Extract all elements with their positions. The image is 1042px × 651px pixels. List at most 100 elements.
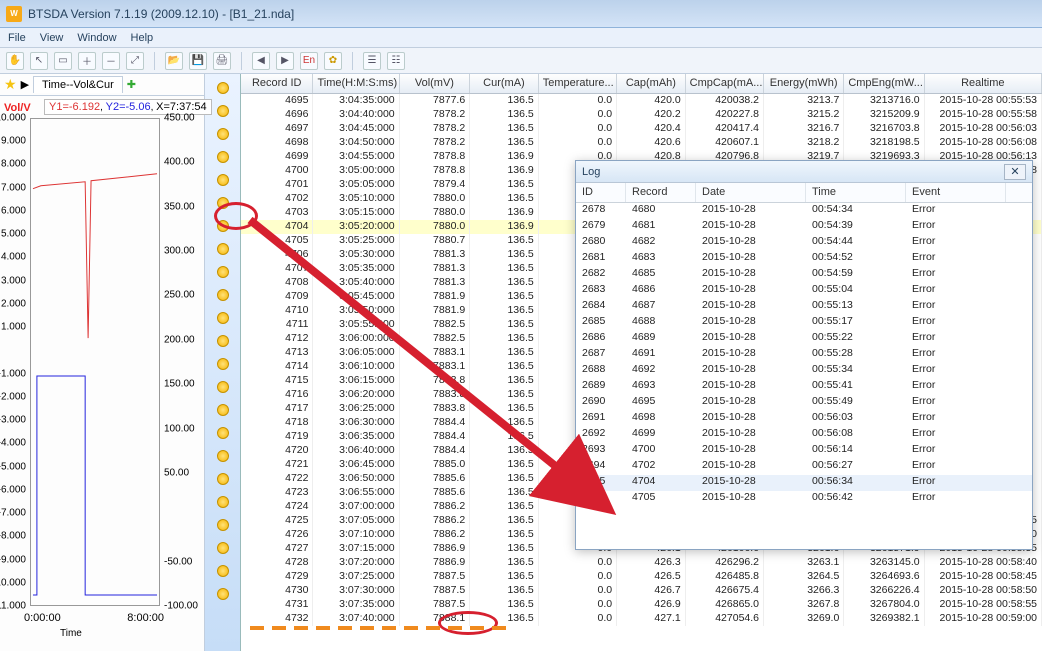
menu-file[interactable]: File <box>8 32 26 44</box>
column-header[interactable]: Time(H:M:S:ms) <box>313 74 399 93</box>
column-header[interactable]: Event <box>906 183 1006 202</box>
column-header[interactable]: ID <box>576 183 626 202</box>
bulb-icon[interactable] <box>217 128 229 140</box>
settings-icon[interactable]: ✿ <box>324 52 342 70</box>
chart-tabs: ★ ▶ Time--Vol&Cur ✚ <box>0 74 204 96</box>
bulb-icon[interactable] <box>217 358 229 370</box>
table-row[interactable]: 268846922015-10-2800:55:34Error <box>576 363 1032 379</box>
bulb-icon[interactable] <box>217 542 229 554</box>
log-window[interactable]: Log ✕ IDRecordDateTimeEvent 267846802015… <box>575 160 1033 550</box>
chart-area[interactable]: Vol/V Y1=-6.192, Y2=-5.06, X=7:37:54 10.… <box>0 96 204 651</box>
column-header[interactable]: Record ID <box>241 74 313 93</box>
table-row[interactable]: 268546882015-10-2800:55:17Error <box>576 315 1032 331</box>
column-header[interactable]: Time <box>806 183 906 202</box>
bulb-icon[interactable] <box>217 312 229 324</box>
bulb-icon[interactable] <box>217 496 229 508</box>
table-row[interactable]: 269647052015-10-2800:56:42Error <box>576 491 1032 507</box>
table-row[interactable]: 268446872015-10-2800:55:13Error <box>576 299 1032 315</box>
bulb-icon[interactable] <box>217 381 229 393</box>
table-row[interactable]: 268246852015-10-2800:54:59Error <box>576 267 1032 283</box>
back-icon[interactable]: ◀ <box>252 52 270 70</box>
box-icon[interactable]: ▭ <box>54 52 72 70</box>
bulb-icon[interactable] <box>217 197 229 209</box>
column-header[interactable]: Cap(mAh) <box>617 74 686 93</box>
column-header[interactable]: CmpEng(mW... <box>844 74 924 93</box>
log-body[interactable]: 267846802015-10-2800:54:34Error267946812… <box>576 203 1032 507</box>
bulb-icon[interactable] <box>217 335 229 347</box>
column-header[interactable]: Record <box>626 183 696 202</box>
bulb-icon[interactable] <box>217 450 229 462</box>
bulb-icon[interactable] <box>217 151 229 163</box>
save-icon[interactable]: 💾 <box>189 52 207 70</box>
table-row[interactable]: 269347002015-10-2800:56:14Error <box>576 443 1032 459</box>
table-row[interactable]: 47283:07:20:0007886.9136.50.0426.3426296… <box>241 556 1042 570</box>
pointer-icon[interactable]: ↖ <box>30 52 48 70</box>
column-header[interactable]: CmpCap(mA... <box>686 74 764 93</box>
table-row[interactable]: 47293:07:25:0007887.5136.50.0426.5426485… <box>241 570 1042 584</box>
fit-icon[interactable]: ⤢ <box>126 52 144 70</box>
log-title: Log <box>582 166 600 178</box>
bulb-icon[interactable] <box>217 404 229 416</box>
bulb-icon[interactable] <box>217 588 229 600</box>
star-icon[interactable]: ★ <box>4 76 17 93</box>
column-header[interactable]: Temperature... <box>539 74 617 93</box>
table-row[interactable]: 46953:04:35:0007877.6136.50.0420.0420038… <box>241 94 1042 108</box>
plot[interactable] <box>30 118 160 606</box>
menu-view[interactable]: View <box>40 32 64 44</box>
table-row[interactable]: 268146832015-10-2800:54:52Error <box>576 251 1032 267</box>
table-row[interactable]: 269046952015-10-2800:55:49Error <box>576 395 1032 411</box>
zoom-in-icon[interactable]: ＋ <box>78 52 96 70</box>
bulb-icon[interactable] <box>217 174 229 186</box>
log-header: IDRecordDateTimeEvent <box>576 183 1032 203</box>
menu-window[interactable]: Window <box>77 32 116 44</box>
table-row[interactable]: 47323:07:40:0007888.1136.50.0427.1427054… <box>241 612 1042 626</box>
table-row[interactable]: 47303:07:30:0007887.5136.50.0426.7426675… <box>241 584 1042 598</box>
lang-icon[interactable]: En <box>300 52 318 70</box>
table-row[interactable]: 269547042015-10-2800:56:34Error <box>576 475 1032 491</box>
hand-icon[interactable]: ✋ <box>6 52 24 70</box>
column-header[interactable]: Date <box>696 183 806 202</box>
arrow-icon[interactable]: ▶ <box>21 78 29 91</box>
table-row[interactable]: 46963:04:40:0007878.2136.50.0420.2420227… <box>241 108 1042 122</box>
table-row[interactable]: 267846802015-10-2800:54:34Error <box>576 203 1032 219</box>
table-row[interactable]: 268646892015-10-2800:55:22Error <box>576 331 1032 347</box>
forward-icon[interactable]: ▶ <box>276 52 294 70</box>
bulb-icon[interactable] <box>217 289 229 301</box>
log-titlebar[interactable]: Log ✕ <box>576 161 1032 183</box>
menu-bar: File View Window Help <box>0 28 1042 48</box>
add-tab-icon[interactable]: ✚ <box>127 78 136 91</box>
zoom-out-icon[interactable]: － <box>102 52 120 70</box>
grid-header: Record IDTime(H:M:S:ms)Vol(mV)Cur(mA)Tem… <box>241 74 1042 94</box>
table-row[interactable]: 46983:04:50:0007878.2136.50.0420.6420607… <box>241 136 1042 150</box>
bulb-icon[interactable] <box>217 427 229 439</box>
bulb-icon[interactable] <box>217 266 229 278</box>
bulb-icon[interactable] <box>217 565 229 577</box>
bulb-icon[interactable] <box>217 82 229 94</box>
column-header[interactable]: Cur(mA) <box>470 74 539 93</box>
menu-help[interactable]: Help <box>131 32 154 44</box>
table-row[interactable]: 268746912015-10-2800:55:28Error <box>576 347 1032 363</box>
table-row[interactable]: 269246992015-10-2800:56:08Error <box>576 427 1032 443</box>
bulb-icon[interactable] <box>217 243 229 255</box>
column-header[interactable]: Energy(mWh) <box>764 74 844 93</box>
table-row[interactable]: 46973:04:45:0007878.2136.50.0420.4420417… <box>241 122 1042 136</box>
table-row[interactable]: 268346862015-10-2800:55:04Error <box>576 283 1032 299</box>
table-row[interactable]: 269447022015-10-2800:56:27Error <box>576 459 1032 475</box>
print-icon[interactable]: 🖨 <box>213 52 231 70</box>
table-row[interactable]: 267946812015-10-2800:54:39Error <box>576 219 1032 235</box>
table-row[interactable]: 268046822015-10-2800:54:44Error <box>576 235 1032 251</box>
bulb-icon[interactable] <box>217 473 229 485</box>
table-row[interactable]: 268946932015-10-2800:55:41Error <box>576 379 1032 395</box>
table-row[interactable]: 269146982015-10-2800:56:03Error <box>576 411 1032 427</box>
bulb-icon[interactable] <box>217 519 229 531</box>
bulb-icon[interactable] <box>217 105 229 117</box>
table-row[interactable]: 47313:07:35:0007887.5136.50.0426.9426865… <box>241 598 1042 612</box>
column-header[interactable]: Vol(mV) <box>400 74 471 93</box>
close-icon[interactable]: ✕ <box>1004 164 1026 180</box>
panel1-icon[interactable]: ☰ <box>363 52 381 70</box>
panel2-icon[interactable]: ☷ <box>387 52 405 70</box>
open-icon[interactable]: 📂 <box>165 52 183 70</box>
bulb-icon[interactable] <box>217 220 229 232</box>
column-header[interactable]: Realtime <box>925 74 1042 93</box>
tab-time-vol-cur[interactable]: Time--Vol&Cur <box>33 76 123 93</box>
